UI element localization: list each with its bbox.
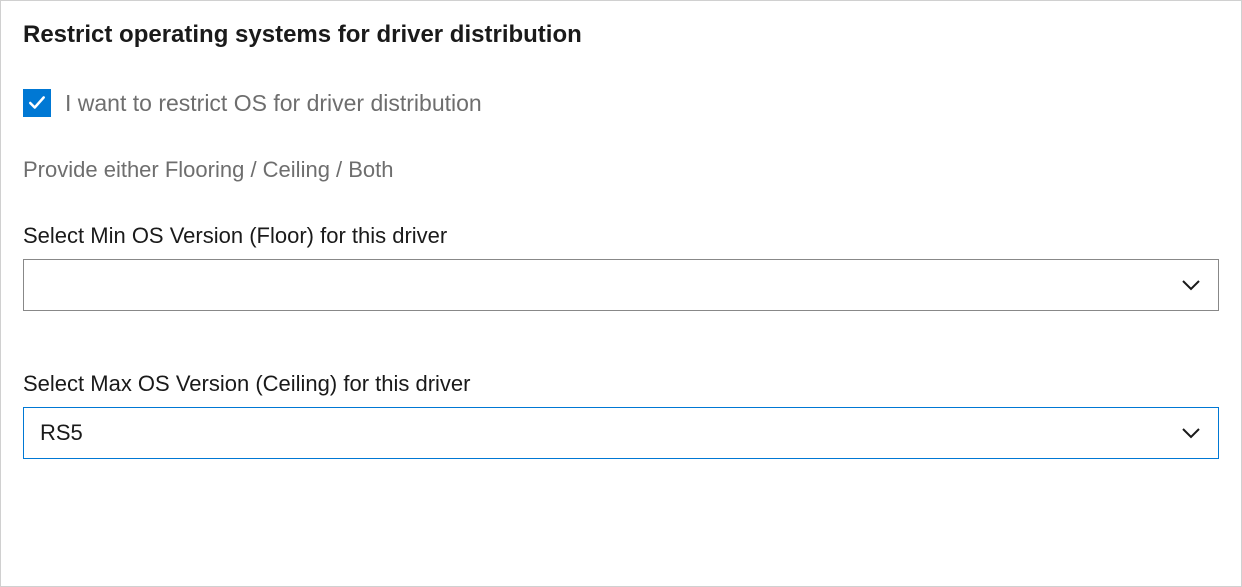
chevron-down-icon bbox=[1180, 422, 1202, 444]
helper-text: Provide either Flooring / Ceiling / Both bbox=[23, 157, 1219, 183]
max-os-field-group: Select Max OS Version (Ceiling) for this… bbox=[23, 371, 1219, 459]
restrict-os-checkbox-label: I want to restrict OS for driver distrib… bbox=[65, 90, 482, 117]
max-os-select[interactable]: RS5 bbox=[23, 407, 1219, 459]
min-os-select[interactable] bbox=[23, 259, 1219, 311]
checkmark-icon bbox=[28, 94, 46, 112]
restrict-os-checkbox[interactable] bbox=[23, 89, 51, 117]
section-title: Restrict operating systems for driver di… bbox=[23, 21, 1219, 49]
max-os-label: Select Max OS Version (Ceiling) for this… bbox=[23, 371, 1219, 397]
min-os-label: Select Min OS Version (Floor) for this d… bbox=[23, 223, 1219, 249]
max-os-value: RS5 bbox=[40, 420, 83, 446]
min-os-field-group: Select Min OS Version (Floor) for this d… bbox=[23, 223, 1219, 311]
chevron-down-icon bbox=[1180, 274, 1202, 296]
restrict-os-checkbox-row: I want to restrict OS for driver distrib… bbox=[23, 89, 1219, 117]
